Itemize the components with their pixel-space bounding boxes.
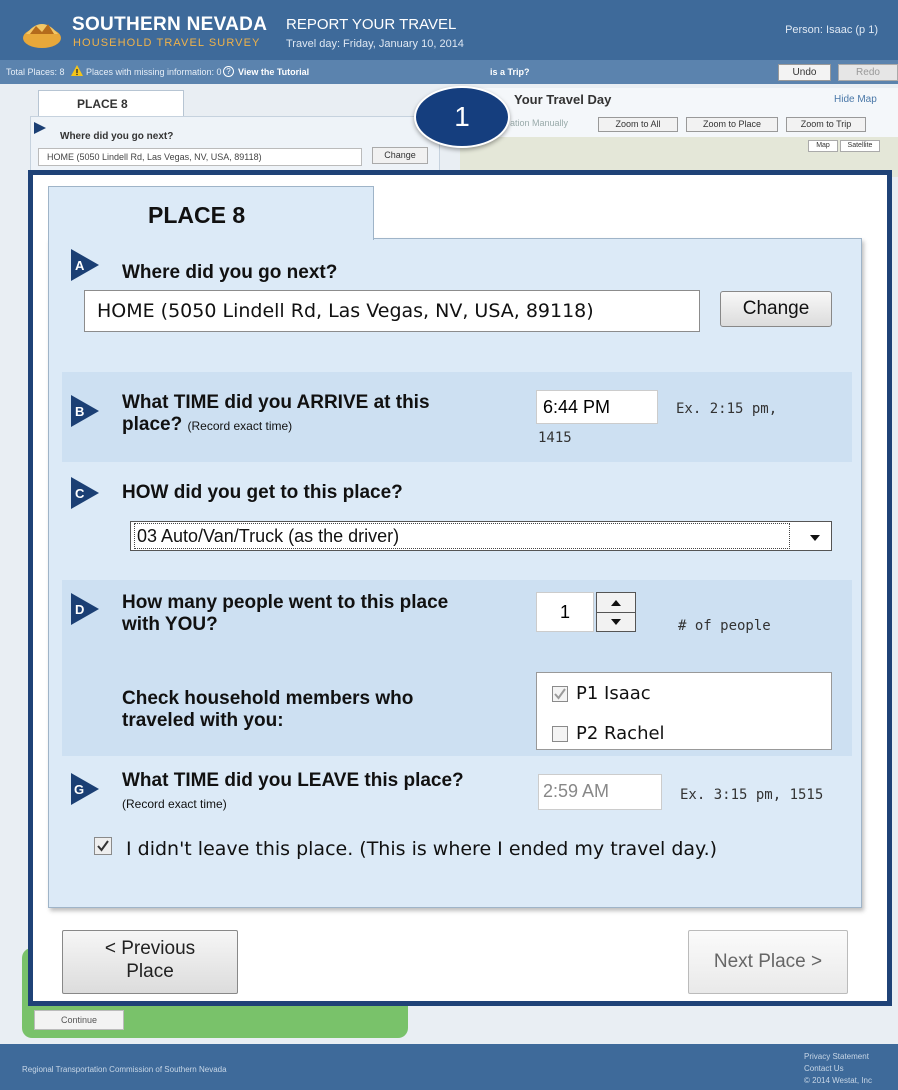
bg-address-field[interactable]: HOME (5050 Lindell Rd, Las Vegas, NV, US… (38, 148, 362, 166)
bg-change-button[interactable]: Change (372, 147, 428, 164)
next-place-button[interactable]: Next Place > (688, 930, 848, 994)
people-spinner[interactable] (596, 592, 636, 632)
ended-day-checkbox[interactable] (94, 837, 112, 855)
check-icon (97, 840, 109, 852)
footer-org: Regional Transportation Commission of So… (22, 1065, 227, 1074)
brand-subtitle: HOUSEHOLD TRAVEL SURVEY (73, 37, 261, 49)
svg-text:D: D (75, 602, 84, 617)
check-icon (554, 688, 566, 700)
help-icon[interactable]: ? (223, 66, 234, 77)
question-b-line2: place? (122, 414, 183, 436)
svg-text:G: G (74, 782, 84, 797)
svg-text:A: A (75, 258, 85, 273)
report-title: REPORT YOUR TRAVEL (286, 16, 457, 33)
question-members-line1: Check household members who (122, 688, 414, 709)
svg-text:C: C (75, 486, 85, 501)
bg-question-a: Where did you go next? (60, 131, 174, 142)
survey-logo-icon (23, 24, 61, 48)
step-arrow-icon: G (71, 773, 99, 805)
redo-button[interactable]: Redo (838, 64, 898, 81)
arrive-hint-2: 1415 (538, 430, 572, 446)
spinner-divider (597, 612, 635, 613)
question-b-line1: What TIME did you ARRIVE at this (122, 392, 430, 413)
increment-icon[interactable] (610, 598, 622, 607)
person-label: Person: Isaac (p 1) (785, 24, 878, 36)
decrement-icon[interactable] (610, 618, 622, 627)
question-g: What TIME did you LEAVE this place? (Rec… (122, 770, 464, 815)
step-arrow-icon (34, 122, 46, 134)
question-members: Check household members who traveled wit… (122, 688, 413, 733)
bg-place-tab[interactable]: PLACE 8 (38, 90, 184, 116)
arrive-time-field[interactable]: 6:44 PM (536, 390, 658, 424)
question-members-line2: traveled with you: (122, 710, 284, 732)
travel-day: Travel day: Friday, January 10, 2014 (286, 38, 464, 50)
member-checkbox-p2[interactable] (552, 726, 568, 742)
what-is-trip-link[interactable]: is a Trip? (490, 67, 530, 77)
question-d-line1: How many people went to this place (122, 592, 449, 613)
contact-link[interactable]: Contact Us (804, 1064, 844, 1073)
chevron-down-icon[interactable] (804, 528, 826, 546)
step-arrow-icon: A (71, 249, 99, 281)
step-arrow-icon: C (71, 477, 99, 509)
question-g-note: (Record exact time) (122, 797, 227, 812)
hide-map-link[interactable]: Hide Map (834, 94, 877, 105)
copyright: © 2014 Westat, Inc (804, 1076, 873, 1085)
total-places: Total Places: 8 (6, 67, 65, 77)
map-type-satellite-button[interactable]: Satellite (840, 140, 880, 152)
member-label-p1: P1 Isaac (576, 683, 651, 704)
question-c: HOW did you get to this place? (122, 482, 403, 503)
people-count-field[interactable]: 1 (536, 592, 594, 632)
question-b: What TIME did you ARRIVE at this place? … (122, 392, 430, 437)
destination-address-field[interactable]: HOME (5050 Lindell Rd, Las Vegas, NV, US… (84, 290, 700, 332)
change-address-button[interactable]: Change (720, 291, 832, 327)
ended-day-label: I didn't leave this place. (This is wher… (126, 838, 718, 860)
svg-text:B: B (75, 404, 84, 419)
member-checkbox-p1[interactable] (552, 686, 568, 702)
question-d: How many people went to this place with … (122, 592, 448, 637)
map-title: Your Travel Day (514, 92, 612, 107)
brand-name: SOUTHERN NEVADA (72, 14, 268, 35)
locate-manually-link[interactable]: ation Manually (510, 118, 568, 128)
undo-button[interactable]: Undo (778, 64, 831, 81)
question-b-note: (Record exact time) (187, 419, 293, 434)
zoom-all-button[interactable]: Zoom to All (598, 117, 678, 132)
step-arrow-icon: D (71, 593, 99, 625)
zoom-trip-button[interactable]: Zoom to Trip (786, 117, 866, 132)
people-hint: # of people (678, 618, 771, 634)
previous-place-line1: < Previous (104, 938, 196, 959)
question-a: Where did you go next? (122, 262, 338, 283)
step-arrow-icon: B (71, 395, 99, 427)
question-g-line1: What TIME did you LEAVE this place? (122, 770, 464, 791)
member-label-p2: P2 Rachel (576, 723, 665, 744)
leave-hint: Ex. 3:15 pm, 1515 (680, 787, 824, 803)
leave-time-field[interactable]: 2:59 AM (538, 774, 662, 810)
continue-button[interactable]: Continue (34, 1010, 124, 1030)
tutorial-link[interactable]: View the Tutorial (238, 67, 309, 77)
toolbar: Total Places: 8 Places with missing info… (0, 60, 898, 84)
travel-mode-value[interactable]: 03 Auto/Van/Truck (as the driver) (134, 523, 790, 549)
arrive-hint: Ex. 2:15 pm, (676, 401, 778, 417)
privacy-link[interactable]: Privacy Statement (804, 1052, 869, 1061)
question-d-line2: with YOU? (122, 614, 218, 636)
warning-icon (71, 65, 83, 76)
previous-place-button[interactable]: < Previous Place (62, 930, 238, 994)
missing-info: Places with missing information: 0 (86, 67, 222, 77)
zoom-place-button[interactable]: Zoom to Place (686, 117, 778, 132)
previous-place-line2: Place (126, 960, 174, 982)
map-type-map-button[interactable]: Map (808, 140, 838, 152)
step-badge: 1 (414, 86, 510, 148)
place-title: PLACE 8 (148, 202, 246, 228)
